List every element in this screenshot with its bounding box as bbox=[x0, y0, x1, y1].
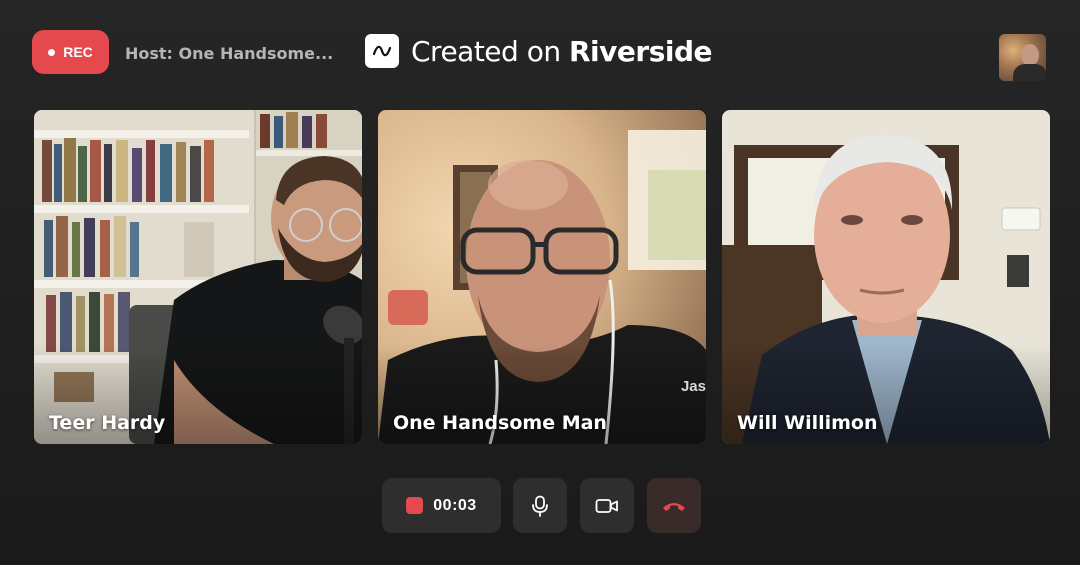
participant-tile-one-handsome-man[interactable]: Jas One Handsome Man bbox=[378, 110, 706, 444]
end-call-button[interactable] bbox=[647, 478, 701, 533]
microphone-button[interactable] bbox=[513, 478, 567, 533]
microphone-icon bbox=[532, 495, 548, 517]
brand-prefix: Created on bbox=[411, 34, 569, 68]
video-camera-icon bbox=[595, 498, 618, 513]
participant-video-3 bbox=[722, 110, 1050, 444]
stop-icon bbox=[406, 497, 424, 514]
brand: Created on Riverside bbox=[365, 34, 713, 68]
brand-name: Riverside bbox=[569, 34, 713, 68]
video-overlay-text: Jas bbox=[680, 378, 706, 395]
rec-label: REC bbox=[63, 44, 93, 60]
participant-name: Teer Hardy bbox=[49, 412, 166, 434]
host-label: Host: One Handsome... bbox=[125, 44, 334, 63]
participant-tile-will-willimon[interactable]: Will Willimon bbox=[722, 110, 1050, 444]
brand-text: Created on Riverside bbox=[411, 34, 713, 68]
participant-name: Will Willimon bbox=[737, 412, 878, 434]
participant-video-2 bbox=[378, 110, 706, 444]
recording-timer: 00:03 bbox=[433, 496, 477, 514]
participant-name: One Handsome Man bbox=[393, 412, 607, 434]
riverside-logo-icon bbox=[365, 34, 399, 68]
participant-tile-teer-hardy[interactable]: Teer Hardy bbox=[34, 110, 362, 444]
stop-recording-button[interactable]: 00:03 bbox=[382, 478, 501, 533]
rec-button[interactable]: REC bbox=[32, 30, 109, 74]
camera-button[interactable] bbox=[580, 478, 634, 533]
rec-dot-icon bbox=[48, 48, 56, 56]
self-view-avatar[interactable] bbox=[999, 34, 1046, 81]
hang-up-phone-icon bbox=[663, 502, 685, 511]
participant-video-1 bbox=[34, 110, 362, 444]
